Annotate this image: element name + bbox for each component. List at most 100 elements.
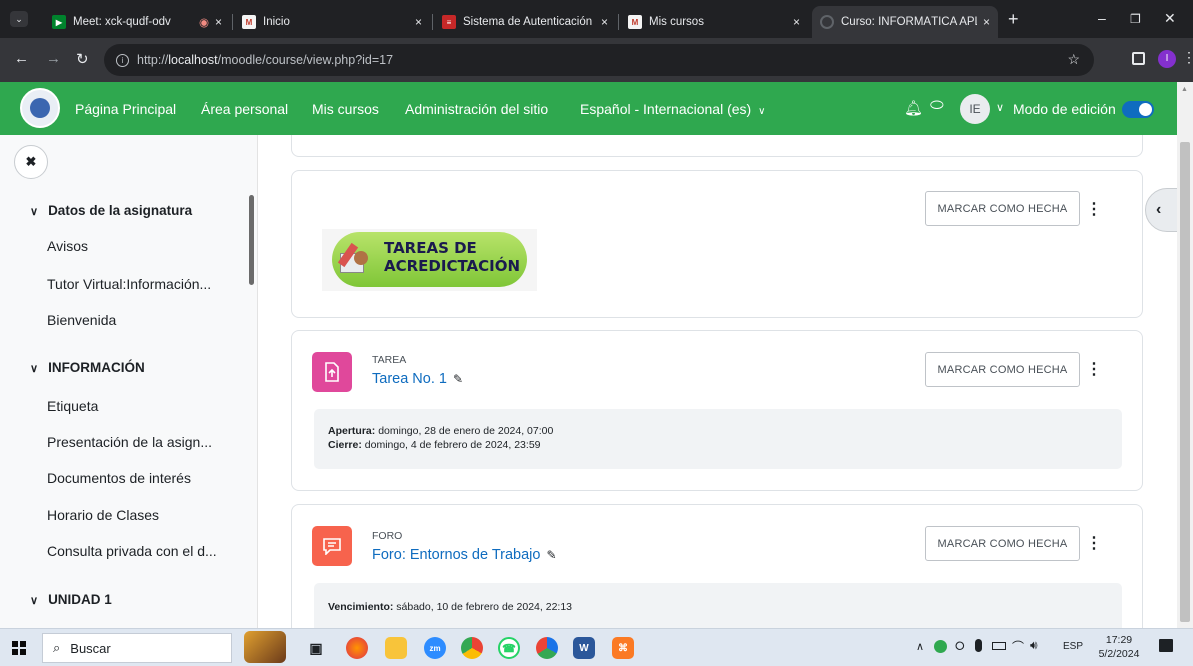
tab-curso-active[interactable]: Curso: INFORMÁTICA APLIC × <box>812 6 998 38</box>
forward-icon[interactable]: → <box>46 50 61 67</box>
site-info-icon[interactable]: i <box>116 53 129 67</box>
nav-site-admin[interactable]: Administración del sitio <box>405 101 548 117</box>
actions-menu-icon[interactable]: ⋮ <box>1086 533 1102 553</box>
course-index-drawer: ✖ ∨ Datos de la asignatura Avisos Tutor V… <box>0 135 258 628</box>
open-block-drawer-button[interactable]: ‹ <box>1145 188 1177 232</box>
course-index-item[interactable]: Etiqueta <box>47 398 98 414</box>
close-icon[interactable]: × <box>983 15 990 29</box>
firefox-icon[interactable] <box>346 637 368 659</box>
section-informacion[interactable]: ∨ INFORMACIÓN <box>30 360 145 375</box>
microphone-icon[interactable] <box>975 639 982 652</box>
chevron-down-icon: ∨ <box>30 206 39 218</box>
chevron-down-icon: ∨ <box>758 106 766 117</box>
tray-app-icon[interactable] <box>934 640 947 653</box>
xampp-icon[interactable]: ⌘ <box>612 637 634 659</box>
chevron-down-icon: ∨ <box>30 363 39 375</box>
chrome-profile-icon[interactable] <box>536 637 558 659</box>
actions-menu-icon[interactable]: ⋮ <box>1086 199 1102 219</box>
close-icon[interactable]: × <box>793 15 800 29</box>
tareas-acreditacion-banner: TAREAS DE ACREDICTACIÓN <box>322 229 537 291</box>
nav-dashboard[interactable]: Área personal <box>201 101 288 117</box>
course-index-item[interactable]: Horario de Clases <box>47 507 159 523</box>
actions-menu-icon[interactable]: ⋮ <box>1086 359 1102 379</box>
activity-link[interactable]: Foro: Entornos de Trabajo ✎ <box>372 547 557 563</box>
mark-done-button[interactable]: MARCAR COMO HECHA <box>925 352 1080 387</box>
activity-link[interactable]: Tarea No. 1 ✎ <box>372 371 463 387</box>
battery-icon[interactable] <box>992 642 1006 650</box>
page-scrollbar[interactable]: ▲ <box>1177 82 1193 628</box>
section-unidad-1[interactable]: ∨ UNIDAD 1 <box>30 592 112 607</box>
task-view-icon[interactable]: ▣ <box>305 637 327 659</box>
taskbar-search-box[interactable]: ⌕ Buscar <box>42 633 232 663</box>
minimize-icon[interactable]: – <box>1098 10 1106 26</box>
course-content: MARCAR COMO HECHA ⋮ TAREAS DE ACREDICTAC… <box>258 135 1177 628</box>
mark-done-button[interactable]: MARCAR COMO HECHA <box>925 526 1080 561</box>
windows-start-icon[interactable] <box>12 641 26 655</box>
file-explorer-icon[interactable] <box>385 637 407 659</box>
search-highlight-image <box>244 631 286 663</box>
recording-icon: ◉ <box>198 17 209 29</box>
activity-card-assignment: TAREA Tarea No. 1 ✎ MARCAR COMO HECHA ⋮ A… <box>291 330 1143 491</box>
close-icon[interactable]: × <box>415 15 422 29</box>
course-index-item[interactable]: Presentación de la asign... <box>47 434 212 450</box>
edit-pencil-icon[interactable]: ✎ <box>453 372 463 386</box>
assignment-icon <box>312 352 352 392</box>
messages-icon[interactable]: ⬭ <box>930 97 944 115</box>
reload-icon[interactable]: ↻ <box>76 50 89 68</box>
tab-meet[interactable]: ▶ Meet: xck-qudf-odv ◉ × <box>44 6 230 38</box>
moodle-favicon-icon: M <box>628 15 642 29</box>
notifications-bell-icon[interactable]: 🔔︎ <box>904 99 923 117</box>
zoom-icon[interactable]: zm <box>424 637 446 659</box>
clock[interactable]: 17:29 5/2/2024 <box>1096 633 1142 661</box>
tab-autenticacion[interactable]: ≡ Sistema de Autenticación Ce × <box>434 6 616 38</box>
nav-my-courses[interactable]: Mis cursos <box>312 101 379 117</box>
tray-meet-now-icon[interactable]: ⭘ <box>955 639 965 654</box>
tab-inicio[interactable]: M Inicio × <box>234 6 430 38</box>
chrome-icon[interactable] <box>461 637 483 659</box>
address-bar-row: ← → ↻ i http://localhost/moodle/course/v… <box>0 38 1193 82</box>
nav-home[interactable]: Página Principal <box>75 101 176 117</box>
label-card-banner: MARCAR COMO HECHA ⋮ TAREAS DE ACREDICTAC… <box>291 170 1143 318</box>
course-index-item[interactable]: Bienvenida <box>47 312 116 328</box>
search-icon: ⌕ <box>53 640 61 655</box>
loading-icon <box>820 15 834 29</box>
moodle-favicon-icon: M <box>242 15 256 29</box>
side-panel-icon[interactable] <box>1132 52 1145 65</box>
input-language[interactable]: ESP <box>1063 641 1083 652</box>
profile-avatar[interactable]: I <box>1158 50 1176 68</box>
word-icon[interactable]: W <box>573 637 595 659</box>
url-input[interactable]: i http://localhost/moodle/course/view.ph… <box>104 44 1094 76</box>
edit-mode-label: Modo de edición <box>1013 101 1116 117</box>
close-icon[interactable]: × <box>215 15 222 29</box>
mark-done-button[interactable]: MARCAR COMO HECHA <box>925 191 1080 226</box>
new-tab-button[interactable]: + <box>1008 9 1019 30</box>
close-drawer-button[interactable]: ✖ <box>14 145 48 179</box>
course-index-item[interactable]: Tutor Virtual:Información... <box>47 276 211 292</box>
drawer-scrollbar-thumb[interactable] <box>249 195 254 285</box>
browser-menu-icon[interactable]: ⋮ <box>1182 49 1193 66</box>
course-index-item[interactable]: Documentos de interés <box>47 470 191 486</box>
tab-mis-cursos[interactable]: M Mis cursos × <box>620 6 808 38</box>
course-index-item[interactable]: Consulta privada con el d... <box>47 543 217 559</box>
bookmark-star-icon[interactable]: ☆ <box>1067 51 1080 68</box>
user-avatar[interactable]: IE <box>960 94 990 124</box>
notifications-icon[interactable] <box>1159 639 1173 652</box>
user-menu-chevron-icon[interactable]: ∨ <box>996 101 1004 114</box>
section-datos[interactable]: ∨ Datos de la asignatura <box>30 203 192 218</box>
volume-icon[interactable]: 🔊︎ <box>1030 638 1038 653</box>
back-icon[interactable]: ← <box>14 50 29 67</box>
language-menu[interactable]: Español - Internacional (es) ∨ <box>580 101 765 117</box>
course-index-item[interactable]: Avisos <box>47 238 88 254</box>
whatsapp-icon[interactable]: ☎ <box>498 637 520 659</box>
window-close-icon[interactable]: ✕ <box>1164 10 1176 27</box>
site-logo[interactable] <box>20 88 60 128</box>
close-icon[interactable]: × <box>601 15 608 29</box>
tray-overflow-chevron-icon[interactable]: ∧ <box>916 640 924 653</box>
wifi-icon[interactable]: ⌒ <box>1012 638 1024 655</box>
chevron-down-icon: ∨ <box>30 595 39 607</box>
edit-mode-toggle[interactable] <box>1122 101 1154 118</box>
edit-pencil-icon[interactable]: ✎ <box>546 548 556 562</box>
tab-search-button[interactable]: ⌄ <box>10 11 28 27</box>
restore-icon[interactable]: ❐ <box>1130 12 1141 26</box>
page-scrollbar-thumb[interactable] <box>1180 142 1190 622</box>
